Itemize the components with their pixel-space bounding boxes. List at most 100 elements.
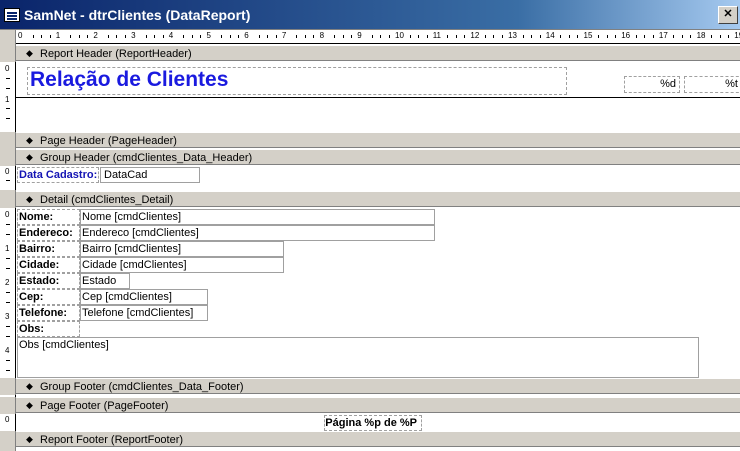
ruler-label: 1 [55,31,61,40]
date-field[interactable]: %d [624,76,680,93]
section-bar-detail[interactable]: ◆ Detail (cmdClientes_Detail) [16,191,740,207]
label-obs[interactable]: Obs: [17,321,80,337]
ruler-tick [409,35,411,38]
ruler-tick [652,35,654,38]
ruler-tick [539,35,541,38]
ruler-tick [606,35,608,38]
ruler-tick [728,35,730,38]
field-nome[interactable]: Nome [cmdClientes] [80,209,435,225]
ruler-label: 7 [281,31,287,40]
page-number-field[interactable]: Página %p de %P [324,415,422,431]
vertical-ruler-report-header: 0 1 [0,62,16,132]
ruler-label: 5 [206,31,211,40]
ruler-tick [238,35,239,38]
ruler-label: 11 [432,31,441,40]
vruler-label: 1 [5,95,10,104]
field-estado[interactable]: Estado [80,273,130,289]
label-endereco[interactable]: Endereco: [17,225,80,241]
ruler-tick [78,35,80,38]
label-nome[interactable]: Nome: [17,209,80,225]
section-label: Group Footer (cmdClientes_Data_Footer) [40,381,244,393]
ruler-tick [342,35,344,38]
ruler-tick [183,35,185,38]
section-bar-group-footer[interactable]: ◆ Group Footer (cmdClientes_Data_Footer) [16,378,740,394]
ruler-tick [162,35,164,38]
label-bairro[interactable]: Bairro: [17,241,80,257]
ruler-label: 18 [696,31,706,40]
app-icon [4,8,20,22]
ruler-tick [522,35,524,38]
ruler-tick [275,35,277,38]
close-button[interactable]: ✕ [718,6,738,24]
ruler-tick [313,35,315,38]
ruler-tick [388,35,390,38]
ruler-tick [673,35,675,38]
ruler-tick [154,35,156,38]
data-cadastro-field[interactable]: DataCad [100,167,200,183]
section-label: Report Footer (ReportFooter) [40,434,184,446]
section-bar-page-footer[interactable]: ◆ Page Footer (PageFooter) [16,397,740,413]
ruler-tick [258,35,260,38]
section-label: Page Header (PageHeader) [40,135,177,147]
section-label: Page Footer (PageFooter) [40,400,169,412]
label-cidade[interactable]: Cidade: [17,257,80,273]
section-arrow-icon: ◆ [26,381,33,391]
ruler-tick [447,35,449,38]
vruler-label: 0 [5,210,10,219]
vertical-ruler-group-header: 0 [0,166,16,190]
data-cadastro-label[interactable]: Data Cadastro: [17,167,99,183]
ruler-label: 0 [18,31,23,40]
ruler-tick [690,35,692,38]
vruler-label: 2 [5,278,10,287]
ruler-tick [568,35,570,38]
section-bar-page-header[interactable]: ◆ Page Header (PageHeader) [16,132,740,148]
section-arrow-icon: ◆ [26,400,33,410]
field-obs[interactable]: Obs [cmdClientes] [17,337,699,378]
field-bairro[interactable]: Bairro [cmdClientes] [80,241,284,257]
time-field[interactable]: %t [684,76,740,93]
field-endereco[interactable]: Endereco [cmdClientes] [80,225,435,241]
ruler-label: 12 [470,31,480,40]
ruler-tick [49,35,51,38]
ruler-tick [560,35,562,38]
vertical-ruler-group-footer [0,395,16,397]
ruler-tick [124,35,126,38]
ruler-label: 17 [658,31,668,40]
ruler-label: 8 [319,31,325,40]
field-cep[interactable]: Cep [cmdClientes] [80,289,208,305]
ruler-tick [380,35,382,38]
section-label: Detail (cmdClientes_Detail) [40,194,174,206]
section-arrow-icon: ◆ [26,152,33,162]
label-cep[interactable]: Cep: [17,289,80,305]
section-arrow-icon: ◆ [26,135,33,145]
section-bar-group-header[interactable]: ◆ Group Header (cmdClientes_Data_Header) [16,149,740,165]
ruler-tick [577,35,579,38]
vruler-label: 0 [5,167,10,176]
window-title-bar[interactable]: SamNet - dtrClientes (DataReport) ✕ [0,0,740,30]
section-bar-report-footer[interactable]: ◆ Report Footer (ReportFooter) [16,431,740,447]
label-estado[interactable]: Estado: [17,273,80,289]
field-cidade[interactable]: Cidade [cmdClientes] [80,257,284,273]
ruler-tick [116,35,118,38]
ruler-tick [464,35,466,38]
ruler-label: 14 [545,31,555,40]
section-bar-report-header[interactable]: ◆ Report Header (ReportHeader) [16,45,740,61]
ruler-tick [32,35,34,38]
ruler-tick [296,35,298,38]
report-title[interactable]: Relação de Clientes [27,67,567,95]
field-telefone[interactable]: Telefone [cmdClientes] [80,305,208,321]
ruler-label: 2 [93,31,98,40]
ruler-label: 10 [395,31,404,40]
vruler-label: 3 [5,312,10,321]
ruler-tick [200,35,202,38]
ruler-tick [501,35,503,38]
window-title: SamNet - dtrClientes (DataReport) [24,7,251,23]
ruler-label: 6 [244,31,249,40]
ruler-label: 13 [508,31,517,40]
ruler-tick [644,35,646,38]
ruler-tick [304,35,306,38]
vruler-label: 4 [5,346,10,355]
ruler-tick [418,35,419,38]
label-telefone[interactable]: Telefone: [17,305,80,321]
ruler-label: 4 [168,31,174,40]
